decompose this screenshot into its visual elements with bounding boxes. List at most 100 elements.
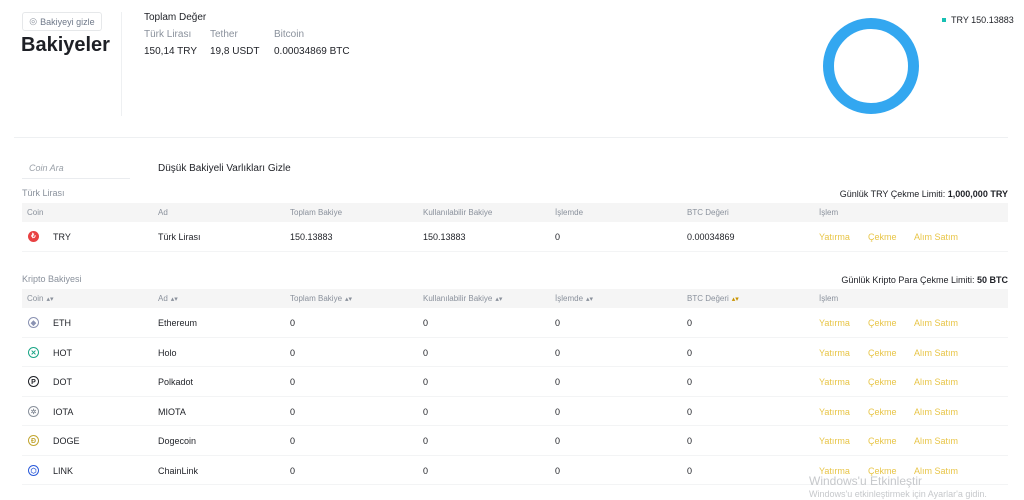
trade-link[interactable]: Alım Satım	[914, 348, 958, 358]
coin-name: Türk Lirası	[158, 232, 201, 242]
trade-link[interactable]: Alım Satım	[914, 436, 958, 446]
trade-link[interactable]: Alım Satım	[914, 377, 958, 387]
coin-symbol: DOGE	[53, 436, 80, 446]
btc-value: 0	[687, 406, 693, 417]
coin-symbol: HOT	[53, 347, 72, 358]
col-in-order[interactable]: İşlemde ▴▾	[555, 294, 593, 303]
total-balance: 0	[290, 406, 296, 417]
withdraw-link[interactable]: Çekme	[868, 318, 897, 328]
col-action: İşlem	[819, 294, 839, 303]
withdraw-link[interactable]: Çekme	[868, 232, 897, 242]
table-row: P DOT Polkadot 0 0 0 0 Yatırma Çekme Alım Satım	[22, 367, 1008, 397]
crypto-limit-value: 50 BTC	[976, 275, 1008, 285]
sort-icon: ▴▾	[170, 296, 178, 303]
activation-watermark-subtitle: Windows'u etkinleştirmek için Ayarlar'a …	[809, 489, 987, 499]
btc-value: 0	[687, 318, 693, 328]
fiat-limit-label: Günlük TRY Çekme Limiti:	[839, 189, 946, 199]
total-balance: 0	[290, 318, 296, 328]
available-balance: 0	[423, 436, 429, 446]
in-order-balance: 0	[555, 377, 561, 387]
coin-search-input[interactable]	[22, 158, 130, 179]
try-label: Türk Lirası	[144, 29, 192, 40]
col-coin: Coin	[27, 208, 44, 217]
deposit-link[interactable]: Yatırma	[819, 348, 850, 358]
coin-symbol: LINK	[53, 465, 74, 476]
total-balance: 0	[290, 436, 296, 446]
col-btc-value[interactable]: BTC Değeri ▴▾	[687, 294, 739, 303]
fiat-section-label: Türk Lirası	[22, 188, 65, 198]
trade-link[interactable]: Alım Satım	[914, 232, 958, 242]
col-coin[interactable]: Coin ▴▾	[27, 294, 53, 303]
table-header: Coin ▴▾ Ad ▴▾ Toplam Bakiye ▴▾ Kullanılabil…	[22, 289, 1008, 308]
table-row: ✕ HOT Holo 0 0 0 0 Yatırma Çekme Alım Satım	[22, 338, 1008, 367]
deposit-link[interactable]: Yatırma	[819, 232, 850, 242]
trade-link[interactable]: Alım Satım	[914, 318, 958, 328]
fiat-limit-value: 1,000,000 TRY	[947, 189, 1008, 199]
total-balance: 0	[290, 347, 296, 358]
hot-icon: ✕	[28, 346, 39, 358]
hide-small-balances-toggle[interactable]: Düşük Bakiyeli Varlıkları Gizle	[158, 163, 291, 174]
eth-icon: ◆	[28, 317, 39, 328]
coin-symbol: ETH	[53, 318, 71, 328]
activation-watermark-title: Windows'u Etkinleştir	[809, 474, 922, 488]
sort-icon: ▴▾	[495, 296, 503, 303]
withdraw-link[interactable]: Çekme	[868, 407, 897, 417]
coin-name: ChainLink	[158, 465, 199, 476]
table-row: ◆ ETH Ethereum 0 0 0 0 Yatırma Çekme Alım Satım	[22, 308, 1008, 338]
col-in-order: İşlemde	[555, 208, 584, 217]
coin-name: Polkadot	[158, 377, 194, 387]
donut-legend: TRY 150.13883	[942, 15, 1014, 25]
deposit-link[interactable]: Yatırma	[819, 318, 850, 328]
col-total[interactable]: Toplam Bakiye ▴▾	[290, 294, 352, 303]
col-available[interactable]: Kullanılabilir Bakiye ▴▾	[423, 294, 502, 303]
table-row: ₺ TRY Türk Lirası 150.13883 150.13883 0 …	[22, 222, 1008, 252]
in-order-balance: 0	[555, 232, 561, 242]
dot-icon: P	[28, 376, 39, 387]
coin-symbol: DOT	[53, 377, 72, 387]
total-value-title: Toplam Değer	[144, 12, 207, 23]
coin-name: Ethereum	[158, 318, 198, 328]
iota-icon: ✲	[28, 405, 39, 417]
withdraw-link[interactable]: Çekme	[868, 436, 897, 446]
link-icon: ⬡	[28, 464, 39, 476]
btc-label: Bitcoin	[274, 29, 305, 40]
total-balance: 0	[290, 465, 296, 476]
coin-name: Holo	[158, 347, 177, 358]
section-divider	[14, 137, 1008, 138]
coin-name: Dogecoin	[158, 436, 197, 446]
hide-balance-button[interactable]: ◎ Bakiyeyi gizle	[22, 12, 102, 31]
table-header: Coin Ad Toplam Bakiye Kullanılabilir Bak…	[22, 203, 1008, 222]
btc-value: 0.00034869	[687, 232, 735, 242]
withdraw-link[interactable]: Çekme	[868, 377, 897, 387]
col-name: Ad	[158, 208, 168, 217]
btc-value: 0	[687, 377, 693, 387]
available-balance: 0	[423, 347, 429, 358]
deposit-link[interactable]: Yatırma	[819, 377, 850, 387]
trade-link[interactable]: Alım Satım	[914, 407, 958, 417]
total-balance: 0	[290, 377, 296, 387]
deposit-link[interactable]: Yatırma	[819, 407, 850, 417]
btc-value: 0.00034869 BTC	[274, 46, 350, 57]
crypto-table: Coin ▴▾ Ad ▴▾ Toplam Bakiye ▴▾ Kullanılabil…	[22, 289, 1008, 485]
in-order-balance: 0	[555, 436, 561, 446]
crypto-section-label: Kripto Bakiyesi	[22, 274, 82, 284]
crypto-rows: ◆ ETH Ethereum 0 0 0 0 Yatırma Çekme Alım Satım ✕ H…	[22, 308, 1008, 485]
sort-icon: ▴▾	[46, 296, 54, 303]
header-divider	[121, 12, 122, 116]
tl-icon: ₺	[28, 231, 39, 242]
legend-text: TRY 150.13883	[951, 15, 1014, 25]
deposit-link[interactable]: Yatırma	[819, 436, 850, 446]
in-order-balance: 0	[555, 465, 561, 476]
withdraw-link[interactable]: Çekme	[868, 348, 897, 358]
legend-dot-icon	[942, 18, 946, 22]
col-name[interactable]: Ad ▴▾	[158, 294, 178, 303]
coin-symbol: TRY	[53, 232, 71, 242]
sort-icon: ▴▾	[586, 296, 594, 303]
col-available: Kullanılabilir Bakiye	[423, 208, 493, 217]
available-balance: 0	[423, 318, 429, 328]
btc-value: 0	[687, 465, 693, 476]
total-balance: 150.13883	[290, 232, 333, 242]
usdt-label: Tether	[210, 29, 238, 40]
col-btc-value: BTC Değeri	[687, 208, 729, 217]
available-balance: 0	[423, 406, 429, 417]
